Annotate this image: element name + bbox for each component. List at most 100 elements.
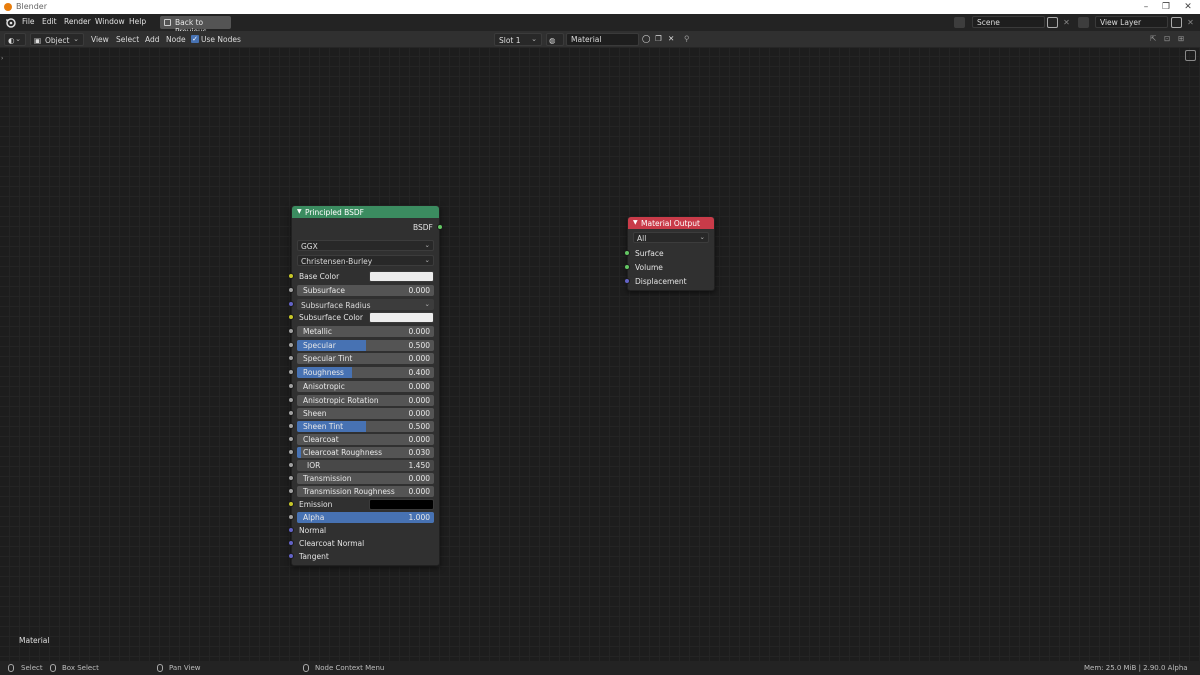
roughness-socket[interactable] xyxy=(288,369,294,375)
subsurface-radius-dropdown[interactable]: Subsurface Radius ⌄ xyxy=(297,299,434,310)
menu-window[interactable]: Window xyxy=(95,17,125,26)
snap-icon[interactable]: ⊡ xyxy=(1164,34,1170,43)
subsurface-socket[interactable] xyxy=(288,287,294,293)
volume-input-socket[interactable] xyxy=(624,264,630,270)
specular-slider[interactable]: Specular 0.500 xyxy=(297,340,434,351)
mouse-drag-icon xyxy=(50,664,56,672)
base-color-socket[interactable] xyxy=(288,273,294,279)
minimize-button[interactable]: – xyxy=(1136,1,1156,13)
menu-edit[interactable]: Edit xyxy=(42,17,57,26)
chevron-down-icon: ⌄ xyxy=(15,35,21,43)
ior-socket[interactable] xyxy=(288,462,294,468)
anisotropic-socket[interactable] xyxy=(288,383,294,389)
menu-node[interactable]: Node xyxy=(166,35,186,44)
metallic-socket[interactable] xyxy=(288,328,294,334)
menu-help[interactable]: Help xyxy=(129,17,146,26)
anisotropic-rotation-slider[interactable]: Anisotropic Rotation 0.000 xyxy=(297,395,434,406)
new-view-layer-icon[interactable] xyxy=(1171,17,1182,28)
subsurface-slider[interactable]: Subsurface 0.000 xyxy=(297,285,434,296)
surface-input-socket[interactable] xyxy=(624,250,630,256)
use-nodes-checkbox[interactable]: ✓ xyxy=(191,35,199,43)
anisotropic-slider[interactable]: Anisotropic 0.000 xyxy=(297,381,434,392)
sheen-socket[interactable] xyxy=(288,410,294,416)
node-editor-canvas[interactable]: › Material xyxy=(0,48,1200,661)
alpha-socket[interactable] xyxy=(288,514,294,520)
fake-user-shield-icon[interactable]: ◯ xyxy=(642,34,650,43)
alpha-slider[interactable]: Alpha 1.000 xyxy=(297,512,434,523)
menu-render[interactable]: Render xyxy=(64,17,91,26)
menu-file[interactable]: File xyxy=(22,17,35,26)
transmission-roughness-socket[interactable] xyxy=(288,488,294,494)
clearcoat-roughness-slider[interactable]: Clearcoat Roughness 0.030 xyxy=(297,447,434,458)
specular-tint-slider[interactable]: Specular Tint 0.000 xyxy=(297,353,434,364)
metallic-slider[interactable]: Metallic 0.000 xyxy=(297,326,434,337)
displacement-input-socket[interactable] xyxy=(624,278,630,284)
view-layer-field[interactable]: View Layer xyxy=(1095,16,1168,28)
sheen-tint-socket[interactable] xyxy=(288,423,294,429)
displacement-input-label: Displacement xyxy=(635,277,687,286)
pin-icon[interactable]: ⚲ xyxy=(684,34,690,43)
output-target-dropdown[interactable]: All ⌄ xyxy=(633,232,709,243)
menu-view[interactable]: View xyxy=(91,35,109,44)
subsurface-color-socket[interactable] xyxy=(288,314,294,320)
subsurface-color-label: Subsurface Color xyxy=(299,313,363,322)
distribution-dropdown[interactable]: GGX ⌄ xyxy=(297,240,434,251)
snap-settings-icon[interactable]: ⊞ xyxy=(1178,34,1184,43)
sidebar-toggle-icon[interactable] xyxy=(1185,50,1196,61)
menu-add[interactable]: Add xyxy=(145,35,160,44)
clearcoat-roughness-socket[interactable] xyxy=(288,449,294,455)
chevron-down-icon: ⌄ xyxy=(531,35,537,43)
bsdf-output-socket[interactable] xyxy=(437,224,443,230)
close-button[interactable]: ✕ xyxy=(1178,1,1198,13)
editor-type-dropdown[interactable]: ◐ ⌄ xyxy=(4,33,26,46)
screen-icon xyxy=(164,19,171,26)
menu-select[interactable]: Select xyxy=(116,35,139,44)
clearcoat-socket[interactable] xyxy=(288,436,294,442)
clearcoat-normal-socket[interactable] xyxy=(288,540,294,546)
delete-scene-icon[interactable]: ✕ xyxy=(1061,17,1072,28)
blender-menu-icon[interactable] xyxy=(5,17,16,28)
material-name-field[interactable]: Material xyxy=(566,33,639,46)
specular-socket[interactable] xyxy=(288,342,294,348)
clearcoat-slider[interactable]: Clearcoat 0.000 xyxy=(297,434,434,445)
slot-dropdown[interactable]: Slot 1 ⌄ xyxy=(494,33,542,46)
unlink-material-icon[interactable]: ✕ xyxy=(668,34,674,43)
sheen-slider[interactable]: Sheen 0.000 xyxy=(297,408,434,419)
new-scene-icon[interactable] xyxy=(1047,17,1058,28)
delete-view-layer-icon[interactable]: ✕ xyxy=(1185,17,1196,28)
base-color-swatch[interactable] xyxy=(369,271,434,282)
emission-color-swatch[interactable] xyxy=(369,499,434,510)
subsurface-color-swatch[interactable] xyxy=(369,312,434,323)
material-output-header[interactable]: ▼ Material Output xyxy=(628,217,714,229)
ior-field[interactable]: IOR 1.450 xyxy=(297,460,434,471)
subsurface-method-dropdown[interactable]: Christensen-Burley ⌄ xyxy=(297,255,434,266)
tangent-socket[interactable] xyxy=(288,553,294,559)
parent-node-tree-icon[interactable]: ⇱ xyxy=(1150,34,1156,43)
material-browse-button[interactable]: ◍ xyxy=(546,33,564,46)
transmission-roughness-slider[interactable]: Transmission Roughness 0.000 xyxy=(297,486,434,497)
sheen-tint-slider[interactable]: Sheen Tint 0.500 xyxy=(297,421,434,432)
maximize-button[interactable]: ❐ xyxy=(1156,1,1176,13)
object-mode-dropdown[interactable]: ▣ Object ⌄ xyxy=(30,33,84,46)
specular-tint-socket[interactable] xyxy=(288,355,294,361)
collapse-arrow-icon[interactable]: ▼ xyxy=(297,208,302,215)
new-material-icon[interactable]: ❐ xyxy=(655,34,662,43)
scene-field[interactable]: Scene xyxy=(972,16,1045,28)
transmission-slider[interactable]: Transmission 0.000 xyxy=(297,473,434,484)
subsurface-radius-socket[interactable] xyxy=(288,301,294,307)
view-layer-icon[interactable] xyxy=(1078,17,1089,28)
normal-socket[interactable] xyxy=(288,527,294,533)
anisotropic-rotation-socket[interactable] xyxy=(288,397,294,403)
toolbar-toggle-icon[interactable]: › xyxy=(1,55,3,62)
scene-selector-icon[interactable] xyxy=(954,17,965,28)
emission-label: Emission xyxy=(299,500,333,509)
back-to-previous-button[interactable]: Back to Previous xyxy=(160,16,231,36)
use-nodes-label: Use Nodes xyxy=(201,35,241,44)
emission-socket[interactable] xyxy=(288,501,294,507)
status-memory: Mem: 25.0 MiB | 2.90.0 Alpha xyxy=(1084,664,1188,672)
transmission-socket[interactable] xyxy=(288,475,294,481)
clearcoat-roughness-fill xyxy=(297,447,302,458)
collapse-arrow-icon[interactable]: ▼ xyxy=(633,219,638,226)
principled-bsdf-header[interactable]: ▼ Principled BSDF xyxy=(292,206,439,218)
roughness-slider[interactable]: Roughness 0.400 xyxy=(297,367,434,378)
